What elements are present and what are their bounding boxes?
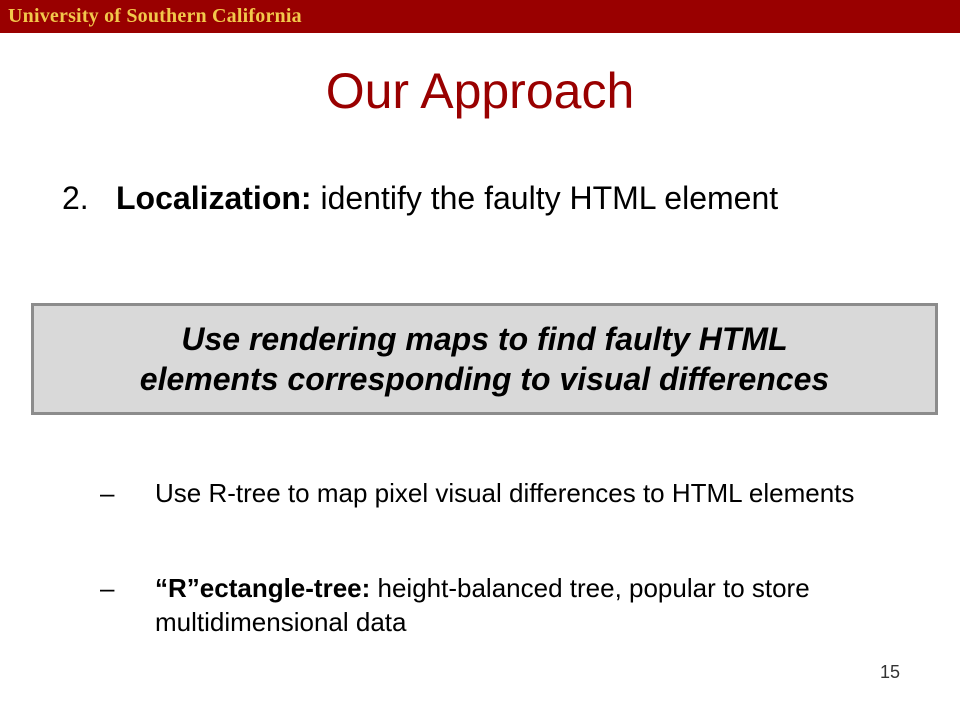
callout-line-2: elements corresponding to visual differe… xyxy=(139,361,830,397)
subpoint-text: “R”ectangle-tree: height-balanced tree, … xyxy=(155,571,887,639)
point-number: 2. xyxy=(62,180,89,216)
university-wordmark: University of Southern California xyxy=(8,5,302,27)
point-text: identify the faulty HTML element xyxy=(311,180,779,216)
subpoint-dash: – xyxy=(100,478,115,508)
callout-text: Use rendering maps to find faulty HTML e… xyxy=(34,319,935,399)
slide-title: Our Approach xyxy=(325,63,635,119)
point-term: Localization: xyxy=(116,180,312,216)
page-number: 15 xyxy=(879,662,900,682)
subpoint-term: “R”ectangle-tree: xyxy=(155,573,371,603)
subpoint-text: Use R-tree to map pixel visual differenc… xyxy=(155,476,887,510)
point-body: Localization: identify the faulty HTML e… xyxy=(116,176,876,220)
university-header-bar: University of Southern California xyxy=(0,0,960,33)
subpoint-dash: – xyxy=(100,573,115,603)
callout-line-1: Use rendering maps to find faulty HTML xyxy=(181,321,788,357)
subpoint-body: Use R-tree to map pixel visual differenc… xyxy=(155,478,855,508)
callout-box: Use rendering maps to find faulty HTML e… xyxy=(31,303,938,415)
